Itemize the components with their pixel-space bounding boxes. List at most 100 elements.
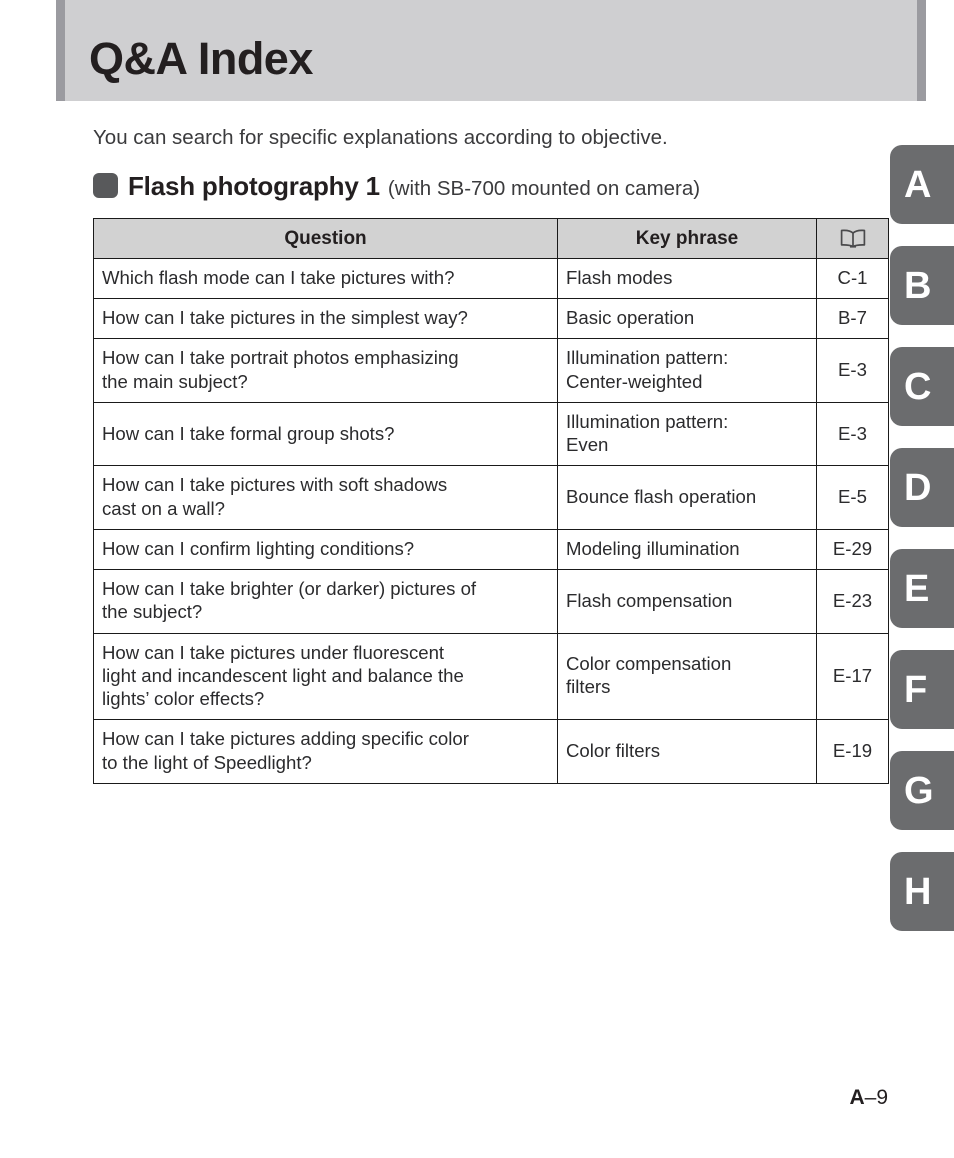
table-row: How can I take pictures in the simplest … [93, 298, 889, 340]
cell-question: How can I take portrait photos emphasizi… [93, 338, 558, 403]
intro-text: You can search for specific explanations… [93, 126, 668, 149]
table-row: How can I take pictures under fluorescen… [93, 632, 889, 721]
cell-page-reference[interactable]: B-7 [816, 298, 889, 340]
section-subtitle: (with SB-700 mounted on camera) [387, 177, 701, 200]
index-tab-rail: A B C D E F G H [890, 145, 954, 953]
key-phrase-line: Center-weighted [566, 370, 703, 392]
cell-page-reference[interactable]: E-17 [816, 632, 889, 721]
key-phrase-line: Flash modes [566, 267, 673, 288]
cell-key-phrase: Color compensation filters [557, 632, 817, 721]
index-tab-letter: B [904, 264, 931, 307]
cell-question: How can I confirm lighting conditions? [93, 528, 558, 571]
cell-question: Which flash mode can I take pictures wit… [93, 257, 558, 300]
column-header-page-reference [816, 218, 889, 259]
question-line: lights’ color effects? [102, 688, 265, 710]
table-row: How can I confirm lighting conditions? Mo… [93, 528, 889, 571]
index-tab-b[interactable]: B [890, 246, 954, 325]
question-line: How can I take pictures adding specific … [102, 728, 469, 750]
table-row: Which flash mode can I take pictures wit… [93, 257, 889, 300]
cell-key-phrase: Illumination pattern: Even [557, 401, 817, 467]
index-tab-letter: H [904, 870, 931, 913]
index-tab-e[interactable]: E [890, 549, 954, 628]
header-banner-right-edge [917, 0, 926, 101]
cell-question: How can I take pictures adding specific … [93, 719, 558, 784]
cell-key-phrase: Modeling illumination [557, 528, 817, 571]
table-header: Question Key phrase [93, 218, 889, 259]
key-phrase-line: Even [566, 434, 609, 456]
cell-page-reference[interactable]: E-29 [816, 528, 889, 571]
key-phrase-line: Modeling illumination [566, 537, 740, 559]
cell-question: How can I take pictures with soft shadow… [93, 465, 558, 530]
key-phrase-line: Color compensation [566, 653, 732, 675]
question-line: light and incandescent light and balance… [102, 664, 464, 686]
cell-key-phrase: Bounce flash operation [557, 465, 817, 530]
cell-key-phrase: Flash modes [557, 257, 817, 300]
index-tab-letter: F [904, 668, 927, 711]
cell-question: How can I take brighter (or darker) pict… [93, 569, 558, 634]
question-line: to the light of Speedlight? [102, 751, 312, 773]
cell-page-reference[interactable]: C-1 [816, 257, 889, 300]
page-title: Q&A Index [89, 33, 313, 84]
table-body: Which flash mode can I take pictures wit… [93, 257, 889, 784]
cell-key-phrase: Color filters [557, 719, 817, 784]
page-header-banner: Q&A Index [56, 0, 926, 101]
page-number-value: –9 [864, 1086, 888, 1109]
key-phrase-line: Illumination pattern: [566, 410, 729, 432]
question-line: How can I take pictures in the simplest … [102, 307, 468, 329]
key-phrase-line: filters [566, 676, 611, 698]
question-line: How can I take portrait photos emphasizi… [102, 347, 459, 369]
index-tab-g[interactable]: G [890, 751, 954, 830]
table-header-row: Question Key phrase [93, 218, 889, 259]
key-phrase-line: Flash compensation [566, 589, 733, 611]
page-number-letter: A [849, 1086, 865, 1109]
question-line: How can I confirm lighting conditions? [102, 537, 415, 559]
index-tab-a[interactable]: A [890, 145, 954, 224]
question-line: How can I take pictures with soft shadow… [102, 474, 448, 496]
column-header-key-phrase: Key phrase [557, 218, 817, 259]
question-line: Which flash mode can I take pictures wit… [102, 267, 455, 288]
page-number-footer: A–9 [849, 1086, 888, 1110]
index-tab-letter: C [904, 365, 931, 408]
question-line: How can I take brighter (or darker) pict… [102, 578, 477, 600]
key-phrase-line: Color filters [566, 739, 661, 761]
index-tab-d[interactable]: D [890, 448, 954, 527]
table-row: How can I take pictures adding specific … [93, 719, 889, 784]
key-phrase-line: Bounce flash operation [566, 486, 757, 508]
table-row: How can I take brighter (or darker) pict… [93, 569, 889, 634]
section-title: Flash photography 1 [128, 171, 380, 201]
question-line: How can I take formal group shots? [102, 422, 395, 444]
section-heading: Flash photography 1 (with SB-700 mounted… [93, 170, 700, 202]
cell-question: How can I take formal group shots? [93, 401, 558, 467]
cell-page-reference[interactable]: E-3 [816, 401, 889, 467]
open-book-icon [840, 229, 866, 248]
cell-question: How can I take pictures in the simplest … [93, 298, 558, 340]
index-tab-letter: E [904, 567, 929, 610]
index-tab-c[interactable]: C [890, 347, 954, 426]
cell-page-reference[interactable]: E-19 [816, 719, 889, 784]
cell-page-reference[interactable]: E-23 [816, 569, 889, 634]
cell-key-phrase: Illumination pattern: Center-weighted [557, 338, 817, 403]
question-line: the main subject? [102, 370, 248, 392]
key-phrase-line: Illumination pattern: [566, 347, 729, 369]
rounded-square-bullet-icon [93, 173, 118, 198]
qa-index-table: Question Key phrase Which flash mode can… [93, 218, 889, 784]
question-line: the subject? [102, 601, 203, 623]
index-tab-letter: A [904, 163, 931, 206]
table-row: How can I take pictures with soft shadow… [93, 465, 889, 530]
table-row: How can I take portrait photos emphasizi… [93, 338, 889, 403]
index-tab-f[interactable]: F [890, 650, 954, 729]
cell-key-phrase: Basic operation [557, 298, 817, 340]
cell-question: How can I take pictures under fluorescen… [93, 632, 558, 721]
index-tab-letter: D [904, 466, 931, 509]
column-header-question: Question [93, 218, 558, 259]
question-line: How can I take pictures under fluorescen… [102, 641, 445, 663]
key-phrase-line: Basic operation [566, 307, 695, 329]
table-row: How can I take formal group shots? Illumi… [93, 401, 889, 467]
index-tab-letter: G [904, 769, 934, 812]
cell-page-reference[interactable]: E-3 [816, 338, 889, 403]
cell-page-reference[interactable]: E-5 [816, 465, 889, 530]
index-tab-h[interactable]: H [890, 852, 954, 931]
header-banner-left-edge [56, 0, 65, 101]
question-line: cast on a wall? [102, 497, 225, 519]
cell-key-phrase: Flash compensation [557, 569, 817, 634]
